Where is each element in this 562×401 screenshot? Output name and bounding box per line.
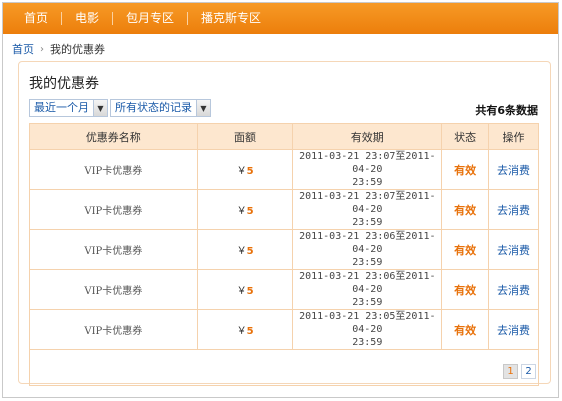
yen-symbol: ￥ (236, 206, 247, 217)
table-header-row: 优惠券名称 面额 有效期 状态 操作 (29, 123, 539, 150)
amount-value: 5 (246, 326, 254, 337)
pagination: 1 2 (500, 364, 536, 379)
column-header-status: 状态 (441, 123, 490, 150)
amount-value: 5 (246, 286, 254, 297)
breadcrumb: 首页 › 我的优惠券 (12, 41, 105, 57)
column-header-amount: 面额 (196, 123, 294, 150)
chevron-down-icon[interactable]: ▼ (93, 100, 107, 116)
coupon-name: VIP卡优惠券 (29, 189, 198, 230)
nav-item-monthly[interactable]: 包月专区 (113, 3, 187, 34)
amount-value: 5 (246, 166, 254, 177)
page-button-2[interactable]: 2 (521, 364, 536, 379)
breadcrumb-current: 我的优惠券 (50, 43, 105, 56)
coupon-amount: ￥5 (196, 229, 294, 270)
table-row: VIP卡优惠券 ￥5 2011-03-21 23:07至2011-04-20 23… (29, 189, 539, 230)
yen-symbol: ￥ (236, 326, 247, 337)
validity-end-time: 23:59 (352, 297, 383, 308)
use-coupon-link[interactable]: 去消费 (488, 309, 539, 350)
coupon-name: VIP卡优惠券 (29, 149, 198, 190)
status-badge: 有效 (441, 189, 490, 230)
yen-symbol: ￥ (236, 286, 247, 297)
page-title: 我的优惠券 (29, 76, 99, 92)
time-range-select[interactable]: 最近一个月 ▼ (29, 99, 108, 117)
validity-period: 2011-03-21 23:07至2011-04-20 23:59 (292, 149, 443, 190)
validity-period: 2011-03-21 23:05至2011-04-20 23:59 (292, 309, 443, 350)
validity-end-time: 23:59 (352, 217, 383, 228)
amount-value: 5 (246, 246, 254, 257)
column-header-name: 优惠券名称 (29, 123, 198, 150)
chevron-down-icon[interactable]: ▼ (196, 100, 210, 116)
coupon-name: VIP卡优惠券 (29, 309, 198, 350)
page-frame: 首页 电影 包月专区 播克斯专区 首页 › 我的优惠券 我的优惠券 最近一个月 … (2, 2, 559, 398)
coupon-amount: ￥5 (196, 269, 294, 310)
status-filter-value: 所有状态的记录 (115, 101, 192, 114)
nav-item-movies[interactable]: 电影 (62, 3, 112, 34)
filter-bar: 最近一个月 ▼ 所有状态的记录 ▼ (29, 99, 213, 117)
validity-period: 2011-03-21 23:06至2011-04-20 23:59 (292, 269, 443, 310)
status-filter-select[interactable]: 所有状态的记录 ▼ (110, 99, 211, 117)
validity-range: 2011-03-21 23:07至2011-04-20 (299, 151, 436, 175)
status-badge: 有效 (441, 309, 490, 350)
validity-range: 2011-03-21 23:06至2011-04-20 (299, 231, 436, 255)
table-row: VIP卡优惠券 ￥5 2011-03-21 23:07至2011-04-20 23… (29, 149, 539, 190)
table-row: VIP卡优惠券 ￥5 2011-03-21 23:06至2011-04-20 23… (29, 229, 539, 270)
use-coupon-link[interactable]: 去消费 (488, 189, 539, 230)
coupon-amount: ￥5 (196, 309, 294, 350)
record-count: 共有6条数据 (475, 104, 538, 117)
coupon-name: VIP卡优惠券 (29, 229, 198, 270)
table-row: VIP卡优惠券 ￥5 2011-03-21 23:06至2011-04-20 23… (29, 269, 539, 310)
validity-range: 2011-03-21 23:06至2011-04-20 (299, 271, 436, 295)
breadcrumb-home-link[interactable]: 首页 (12, 41, 34, 57)
validity-period: 2011-03-21 23:07至2011-04-20 23:59 (292, 189, 443, 230)
table-footer-row (29, 349, 539, 386)
coupon-table: 优惠券名称 面额 有效期 状态 操作 VIP卡优惠券 ￥5 2011-03-21… (29, 123, 539, 386)
validity-range: 2011-03-21 23:05至2011-04-20 (299, 311, 436, 335)
validity-range: 2011-03-21 23:07至2011-04-20 (299, 191, 436, 215)
table-footer-cell (29, 349, 539, 386)
status-badge: 有效 (441, 229, 490, 270)
nav-item-home[interactable]: 首页 (11, 3, 61, 34)
status-badge: 有效 (441, 269, 490, 310)
use-coupon-link[interactable]: 去消费 (488, 149, 539, 190)
coupon-panel: 我的优惠券 最近一个月 ▼ 所有状态的记录 ▼ 共有6条数据 优惠券名称 面额 … (18, 61, 551, 386)
yen-symbol: ￥ (236, 166, 247, 177)
amount-value: 5 (246, 206, 254, 217)
validity-end-time: 23:59 (352, 337, 383, 348)
use-coupon-link[interactable]: 去消费 (488, 229, 539, 270)
status-badge: 有效 (441, 149, 490, 190)
validity-period: 2011-03-21 23:06至2011-04-20 23:59 (292, 229, 443, 270)
coupon-name: VIP卡优惠券 (29, 269, 198, 310)
top-nav: 首页 电影 包月专区 播克斯专区 (3, 3, 558, 34)
validity-end-time: 23:59 (352, 177, 383, 188)
nav-item-bokesi[interactable]: 播克斯专区 (188, 3, 274, 34)
chevron-right-icon: › (40, 43, 44, 55)
validity-end-time: 23:59 (352, 257, 383, 268)
use-coupon-link[interactable]: 去消费 (488, 269, 539, 310)
time-range-value: 最近一个月 (34, 101, 89, 114)
table-row: VIP卡优惠券 ￥5 2011-03-21 23:05至2011-04-20 23… (29, 309, 539, 350)
coupon-amount: ￥5 (196, 149, 294, 190)
column-header-validity: 有效期 (292, 123, 443, 150)
page-button-1[interactable]: 1 (503, 364, 518, 379)
column-header-action: 操作 (488, 123, 539, 150)
yen-symbol: ￥ (236, 246, 247, 257)
coupon-amount: ￥5 (196, 189, 294, 230)
